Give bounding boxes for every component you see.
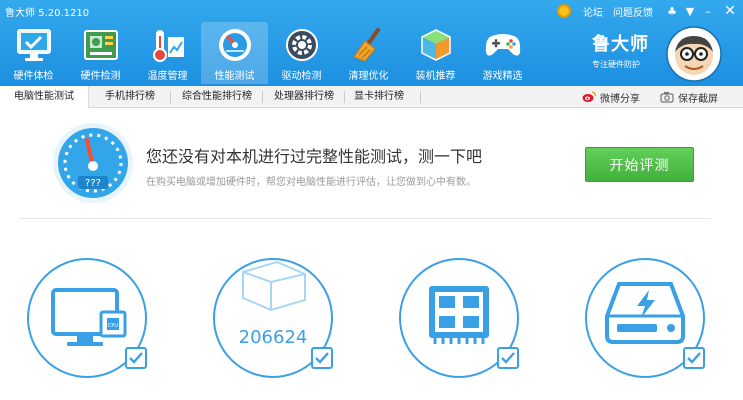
checkmark-icon bbox=[129, 352, 143, 364]
brand-name: 鲁大师 bbox=[592, 34, 649, 55]
nav-item-hardware-detect[interactable]: 硬件检测 bbox=[67, 22, 134, 84]
menu-icon[interactable]: ▼ bbox=[681, 0, 699, 22]
tab-gpu-ranking[interactable]: 显卡排行榜 bbox=[346, 86, 412, 108]
thermometer-icon bbox=[148, 26, 188, 64]
disk-checkbox[interactable] bbox=[683, 347, 705, 369]
cube-icon bbox=[416, 26, 456, 64]
app-title: 鲁大师 5.20.1210 bbox=[5, 8, 90, 19]
nav-item-temperature[interactable]: 温度管理 bbox=[134, 22, 201, 84]
tab-cpu-ranking[interactable]: 处理器排行榜 bbox=[264, 86, 344, 108]
checkmark-icon bbox=[501, 352, 515, 364]
mascot-avatar-icon[interactable] bbox=[666, 26, 722, 82]
brand-logo: 鲁大师 专注硬件防护 bbox=[592, 30, 662, 70]
save-screenshot-label: 保存截屏 bbox=[678, 93, 718, 105]
weibo-share-label: 微博分享 bbox=[600, 93, 640, 105]
nav-label: 游戏精选 bbox=[482, 71, 523, 82]
skin-icon[interactable]: ♣ bbox=[663, 0, 681, 22]
motherboard-icon bbox=[81, 26, 121, 64]
camera-icon bbox=[660, 91, 674, 103]
title-bar-controls: 论坛 问题反馈 ♣ ▼ – ✕ bbox=[557, 0, 743, 22]
broom-icon bbox=[349, 26, 389, 64]
monitor-check-icon bbox=[14, 26, 54, 64]
gpu-score-value: 206624 bbox=[238, 327, 308, 348]
header: 鲁大师 5.20.1210 论坛 问题反馈 ♣ ▼ – ✕ 硬件体检 硬件检测 … bbox=[0, 0, 743, 86]
main-nav: 硬件体检 硬件检测 温度管理 性能测试 驱动检测 清理优化 装机推荐 游戏精选 bbox=[0, 22, 536, 84]
tab-separator bbox=[344, 91, 345, 103]
nav-label: 温度管理 bbox=[147, 71, 188, 82]
checkmark-icon bbox=[687, 352, 701, 364]
title-bar: 鲁大师 5.20.1210 论坛 问题反馈 ♣ ▼ – ✕ bbox=[0, 0, 743, 22]
nav-label: 驱动检测 bbox=[281, 71, 322, 82]
nav-label: 性能测试 bbox=[214, 71, 255, 82]
tab-pc-performance-test[interactable]: 电脑性能测试 bbox=[0, 86, 89, 108]
tab-phone-ranking[interactable]: 手机排行榜 bbox=[92, 86, 168, 108]
close-icon[interactable]: ✕ bbox=[717, 0, 743, 22]
sub-tab-bar: 电脑性能测试 手机排行榜 综合性能排行榜 处理器排行榜 显卡排行榜 微博分享 保… bbox=[0, 86, 743, 108]
gpu-checkbox[interactable] bbox=[311, 347, 333, 369]
nav-label: 硬件体检 bbox=[13, 71, 54, 82]
checkmark-icon bbox=[315, 352, 329, 364]
gear-icon bbox=[282, 26, 322, 64]
nav-item-performance-test[interactable]: 性能测试 bbox=[201, 22, 268, 84]
forum-link[interactable]: 论坛 bbox=[583, 4, 603, 19]
nav-label: 硬件检测 bbox=[80, 71, 121, 82]
nav-item-cleanup[interactable]: 清理优化 bbox=[335, 22, 402, 84]
nav-item-hardware-checkup[interactable]: 硬件体检 bbox=[0, 22, 67, 84]
nav-item-driver-detect[interactable]: 驱动检测 bbox=[268, 22, 335, 84]
performance-gauge-icon: ??? bbox=[53, 123, 133, 203]
cpu-checkbox[interactable] bbox=[125, 347, 147, 369]
save-screenshot-button[interactable]: 保存截屏 bbox=[660, 86, 718, 108]
weibo-share-button[interactable]: 微博分享 bbox=[582, 86, 640, 108]
minimize-icon[interactable]: – bbox=[699, 0, 717, 22]
banner-subtext: 在购买电脑或增加硬件时，帮您对电脑性能进行评估，让您做到心中有数。 bbox=[146, 177, 476, 188]
app-window: 鲁大师 5.20.1210 论坛 问题反馈 ♣ ▼ – ✕ 硬件体检 硬件检测 … bbox=[0, 0, 743, 400]
memory-checkbox[interactable] bbox=[497, 347, 519, 369]
brand-slogan: 专注硬件防护 bbox=[592, 60, 640, 69]
svg-text:CPU: CPU bbox=[108, 323, 119, 329]
nav-item-games[interactable]: 游戏精选 bbox=[469, 22, 536, 84]
nav-item-build-recommend[interactable]: 装机推荐 bbox=[402, 22, 469, 84]
tab-separator bbox=[420, 91, 421, 103]
nav-label: 清理优化 bbox=[348, 71, 389, 82]
section-divider bbox=[20, 218, 711, 219]
tab-separator bbox=[170, 91, 171, 103]
tab-separator bbox=[262, 91, 263, 103]
gamepad-icon bbox=[483, 26, 523, 64]
nav-label: 装机推荐 bbox=[415, 71, 456, 82]
tab-overall-ranking[interactable]: 综合性能排行榜 bbox=[172, 86, 262, 108]
coin-icon[interactable] bbox=[557, 4, 571, 18]
start-benchmark-button[interactable]: 开始评测 bbox=[585, 147, 694, 182]
banner-headline: 您还没有对本机进行过完整性能测试，测一下吧 bbox=[146, 147, 483, 166]
speedometer-icon bbox=[215, 26, 255, 64]
feedback-link[interactable]: 问题反馈 bbox=[613, 4, 653, 19]
gauge-text: ??? bbox=[85, 178, 101, 189]
weibo-icon bbox=[582, 91, 596, 103]
